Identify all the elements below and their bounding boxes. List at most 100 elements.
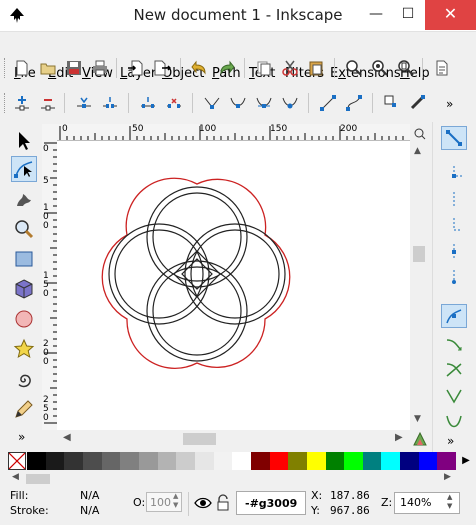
color-swatch[interactable] — [45, 452, 65, 470]
color-swatch[interactable] — [120, 452, 139, 470]
horizontal-scrollbar[interactable]: ◀ ▶ — [57, 430, 410, 447]
toolbar-overflow-button[interactable]: » — [446, 97, 453, 111]
color-swatch[interactable] — [101, 452, 121, 470]
save-icon[interactable] — [64, 58, 84, 78]
no-paint-swatch[interactable] — [8, 452, 26, 470]
minimize-button[interactable]: — — [360, 0, 392, 30]
zoom-drawing-icon[interactable] — [370, 58, 390, 78]
break-path-icon[interactable] — [100, 93, 120, 113]
knot-circles[interactable] — [108, 186, 286, 362]
zoom-tool-icon[interactable] — [11, 216, 37, 242]
zoom-value[interactable]: 140% — [400, 496, 431, 509]
redo-icon[interactable] — [216, 58, 236, 78]
delete-segment-icon[interactable] — [164, 93, 184, 113]
join-nodes-icon[interactable] — [74, 93, 94, 113]
color-swatch[interactable] — [157, 452, 177, 470]
maximize-button[interactable]: ☐ — [392, 0, 424, 30]
insert-node-icon[interactable] — [12, 93, 32, 113]
vertical-scroll-thumb[interactable] — [413, 246, 425, 262]
spin-down-icon[interactable]: ▼ — [447, 502, 452, 510]
layer-visibility-eye-icon[interactable] — [194, 494, 212, 512]
color-swatch[interactable] — [250, 452, 270, 470]
zoom-selection-icon[interactable] — [344, 58, 364, 78]
export-icon[interactable] — [152, 58, 172, 78]
smooth-node-icon[interactable] — [228, 93, 248, 113]
snap-bbox-icon[interactable] — [441, 162, 467, 186]
star-tool-icon[interactable] — [11, 336, 37, 362]
new-document-icon[interactable] — [12, 58, 32, 78]
snap-nodes-icon[interactable] — [441, 304, 467, 328]
color-swatch[interactable] — [232, 452, 251, 470]
open-folder-icon[interactable] — [38, 58, 58, 78]
spiral-tool-icon[interactable] — [11, 366, 37, 392]
color-swatch[interactable] — [82, 452, 102, 470]
snap-paths-icon[interactable] — [441, 332, 467, 356]
color-swatch[interactable] — [325, 452, 345, 470]
undo-icon[interactable] — [190, 58, 210, 78]
node-tool-icon[interactable] — [11, 156, 37, 182]
color-swatch[interactable] — [27, 452, 46, 470]
pencil-tool-icon[interactable] — [11, 396, 37, 422]
cusp-node-icon[interactable] — [202, 93, 222, 113]
snap-cusp-nodes-icon[interactable] — [441, 384, 467, 408]
outline-path[interactable] — [101, 177, 291, 369]
object-to-path-icon[interactable] — [382, 93, 402, 113]
zoom-spinbox[interactable]: 140% ▲ ▼ — [394, 492, 460, 514]
scroll-left-arrow-icon[interactable]: ◀ — [63, 432, 71, 443]
join-segment-icon[interactable] — [138, 93, 158, 113]
palette-scroll-thumb[interactable] — [26, 474, 50, 484]
color-swatch[interactable] — [418, 452, 438, 470]
stroke-to-path-icon[interactable] — [408, 93, 428, 113]
snap-smooth-nodes-icon[interactable] — [441, 410, 467, 434]
document-properties-icon[interactable] — [432, 58, 452, 78]
celtic-knot-drawing[interactable] — [57, 141, 410, 430]
stroke-value[interactable]: N/A — [80, 504, 99, 517]
ellipse-tool-icon[interactable] — [11, 306, 37, 332]
color-swatch[interactable] — [437, 452, 457, 470]
zoom-correction-icon[interactable] — [414, 128, 426, 143]
color-swatch[interactable] — [381, 452, 401, 470]
snap-intersections-icon[interactable] — [441, 358, 467, 382]
color-swatch[interactable] — [64, 452, 83, 470]
scroll-up-arrow-icon[interactable]: ▲ — [414, 146, 421, 156]
close-button[interactable]: ✕ — [425, 0, 476, 30]
color-swatch[interactable] — [194, 452, 214, 470]
snap-bbox-edge-icon[interactable] — [441, 188, 467, 212]
3d-box-tool-icon[interactable] — [11, 276, 37, 302]
color-swatch[interactable] — [362, 452, 382, 470]
horizontal-scroll-thumb[interactable] — [183, 433, 216, 445]
segment-to-line-icon[interactable] — [318, 93, 338, 113]
copy-icon[interactable] — [254, 58, 274, 78]
snap-toggle-icon[interactable] — [441, 126, 467, 150]
color-swatch[interactable] — [306, 452, 326, 470]
palette-menu-icon[interactable]: ▶ — [456, 452, 476, 470]
rectangle-tool-icon[interactable] — [11, 246, 37, 272]
horizontal-ruler[interactable]: 0 50 100 150 200 — [55, 124, 410, 141]
scroll-down-arrow-icon[interactable]: ▼ — [414, 414, 421, 424]
color-swatch[interactable] — [400, 452, 419, 470]
color-swatch[interactable] — [269, 452, 289, 470]
color-swatch[interactable] — [213, 452, 233, 470]
color-swatch[interactable] — [176, 452, 195, 470]
toolbar-grip[interactable] — [4, 58, 7, 78]
snap-bbox-corner-icon[interactable] — [441, 214, 467, 238]
snap-overflow-button[interactable]: » — [447, 434, 454, 448]
tweak-tool-icon[interactable] — [11, 186, 37, 212]
spin-down-icon[interactable]: ▼ — [173, 501, 178, 509]
opacity-value[interactable]: 100 — [150, 496, 171, 509]
color-swatch[interactable] — [344, 452, 363, 470]
fill-value[interactable]: N/A — [80, 489, 99, 502]
import-icon[interactable] — [126, 58, 146, 78]
drawing-canvas[interactable] — [57, 141, 410, 430]
layer-lock-icon[interactable] — [215, 494, 231, 512]
opacity-spinbox[interactable]: 100 ▲ ▼ — [146, 492, 182, 512]
segment-to-curve-icon[interactable] — [344, 93, 364, 113]
spin-up-icon[interactable]: ▲ — [447, 493, 452, 501]
selector-tool-icon[interactable] — [11, 128, 37, 154]
palette-scroll-left-icon[interactable]: ◀ — [12, 472, 19, 482]
snap-bbox-midpoint-icon[interactable] — [441, 240, 467, 264]
palette-scroll-right-icon[interactable]: ▶ — [444, 472, 451, 482]
vertical-ruler[interactable]: 0 5 1 0 0 1 5 0 2 0 0 2 5 0 — [42, 140, 58, 430]
toolbar-grip[interactable] — [4, 93, 7, 113]
symmetric-node-icon[interactable] — [254, 93, 274, 113]
